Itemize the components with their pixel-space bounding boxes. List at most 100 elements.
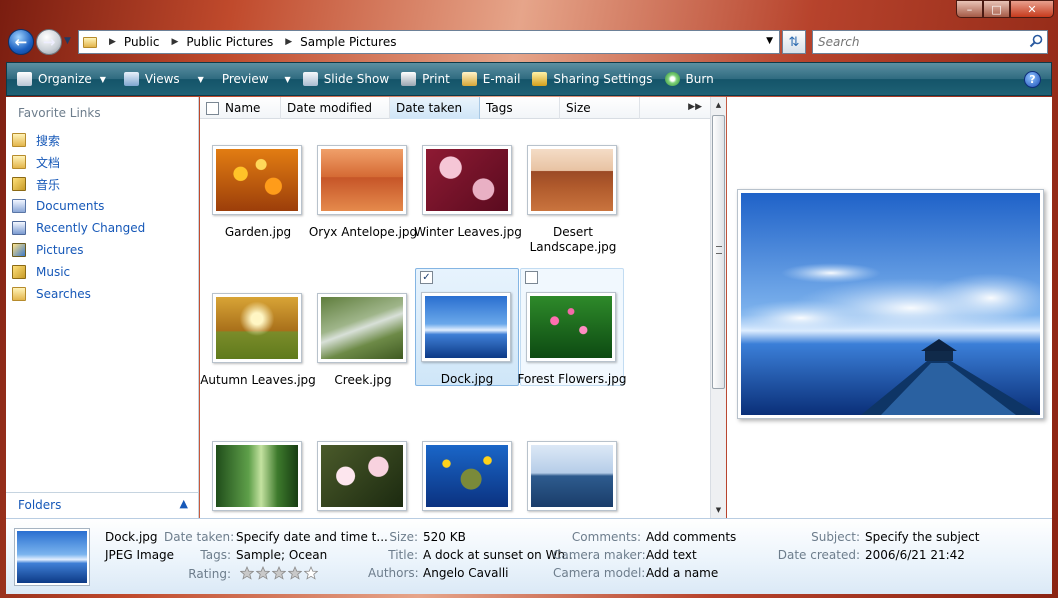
column-name[interactable]: Name — [200, 97, 281, 119]
rating-stars[interactable] — [239, 566, 320, 580]
file-tile-winter-leaves[interactable]: Winter Leaves.jpg — [414, 121, 522, 239]
scroll-up-icon[interactable]: ▲ — [711, 97, 726, 113]
star-icon[interactable] — [287, 566, 302, 580]
preview-button[interactable]: Preview ▼ — [216, 66, 297, 92]
address-dropdown-icon[interactable]: ▼ — [766, 36, 773, 46]
nav-item-searches[interactable]: Searches — [12, 283, 145, 305]
close-button[interactable]: ✕ — [1010, 0, 1054, 18]
more-columns-icon[interactable]: ▶▶ — [688, 102, 702, 112]
prop-rating[interactable]: Rating: — [164, 566, 320, 581]
file-tile-dock[interactable]: ✓ Dock.jpg — [415, 268, 519, 386]
column-size[interactable]: Size — [560, 97, 640, 119]
help-icon[interactable]: ? — [1024, 71, 1041, 88]
print-button[interactable]: Print — [395, 66, 456, 92]
forward-button[interactable]: → — [36, 29, 62, 55]
autumn-leaves-image — [216, 297, 298, 359]
prop-date-taken[interactable]: Date taken: Specify date and time t... — [164, 530, 388, 544]
breadcrumb-public[interactable]: Public — [124, 35, 160, 49]
nav-item-music[interactable]: Music — [12, 261, 145, 283]
prop-camera-maker[interactable]: Camera maker:Add text — [553, 548, 697, 562]
file-tile-desert[interactable]: Desert Landscape.jpg — [521, 121, 625, 254]
preview-label: Preview — [221, 72, 269, 86]
slide-show-label: Slide Show — [323, 72, 390, 86]
frangipani-image — [321, 445, 403, 507]
nav-item-music-cn[interactable]: 音乐 — [12, 173, 145, 195]
organize-button[interactable]: Organize ▼ — [11, 66, 112, 92]
scroll-down-icon[interactable]: ▼ — [711, 502, 726, 518]
column-date-taken[interactable]: Date taken — [390, 97, 480, 119]
file-tile-creek[interactable]: Creek.jpg — [311, 269, 415, 387]
file-checkbox[interactable] — [525, 271, 538, 284]
file-checkbox[interactable]: ✓ — [420, 271, 433, 284]
prop-tags[interactable]: Tags: Sample; Ocean — [164, 548, 327, 562]
breadcrumb-separator[interactable]: ▶ — [285, 37, 292, 47]
nav-item-documents[interactable]: Documents — [12, 195, 145, 217]
explorer-window: – □ ✕ ← → ▼ ▶ Public ▶ Public Pictures ▶… — [0, 0, 1058, 598]
vertical-scrollbar[interactable]: ▲ ▼ — [710, 97, 726, 518]
file-tile-turtle[interactable] — [416, 417, 520, 518]
caption-buttons: – □ ✕ — [956, 0, 1054, 18]
address-bar[interactable]: ▶ Public ▶ Public Pictures ▶ Sample Pict… — [78, 30, 780, 54]
prop-title[interactable]: Title: A dock at sunset on Wh... — [368, 548, 576, 562]
column-date-modified[interactable]: Date modified — [281, 97, 390, 119]
select-all-checkbox[interactable] — [206, 101, 219, 115]
favorite-links-title: Favorite Links — [18, 106, 101, 120]
star-icon[interactable] — [271, 566, 286, 580]
burn-button[interactable]: Burn — [659, 66, 720, 92]
folders-toggle[interactable]: Folders ▲ — [6, 492, 198, 518]
prop-key: Tags: — [200, 548, 231, 562]
breadcrumb-public-pictures[interactable]: Public Pictures — [186, 35, 273, 49]
breadcrumb-separator[interactable]: ▶ — [171, 37, 178, 47]
minimize-button[interactable]: – — [956, 0, 983, 18]
prop-camera-model[interactable]: Camera model:Add a name — [553, 566, 718, 580]
file-tile-forest[interactable] — [206, 417, 310, 518]
prop-comments[interactable]: Comments: Add comments — [553, 530, 736, 544]
prop-value: Specify date and time t... — [236, 530, 388, 544]
desert-image — [531, 149, 613, 211]
views-button[interactable]: Views ▼ — [118, 66, 210, 92]
slide-show-button[interactable]: Slide Show — [297, 66, 395, 92]
file-tile-garden[interactable]: Garden.jpg — [206, 121, 310, 239]
refresh-button[interactable]: ⇅ — [782, 30, 806, 54]
column-tags[interactable]: Tags — [480, 97, 560, 119]
creek-image — [321, 297, 403, 359]
prop-key: Subject: — [811, 530, 860, 544]
file-tile-autumn-leaves[interactable]: Autumn Leaves.jpg — [200, 269, 316, 387]
sharing-icon — [532, 72, 548, 86]
file-tile-oryx[interactable]: Oryx Antelope.jpg — [309, 121, 417, 239]
file-tile-whale[interactable] — [521, 417, 625, 518]
breadcrumb-separator[interactable]: ▶ — [109, 37, 116, 47]
thumbnail — [317, 293, 407, 363]
nav-item-pictures[interactable]: Pictures — [12, 239, 145, 261]
breadcrumb-sample-pictures[interactable]: Sample Pictures — [300, 35, 396, 49]
recent-pages-dropdown[interactable]: ▼ — [64, 36, 71, 46]
nav-item-label: Music — [36, 265, 71, 279]
back-arrow-icon: ← — [14, 33, 28, 51]
prop-subject[interactable]: Subject: Specify the subject — [776, 530, 979, 544]
file-tile-forest-flowers[interactable]: Forest Flowers.jpg — [518, 268, 626, 386]
star-icon[interactable] — [239, 566, 254, 580]
forest-image — [216, 445, 298, 507]
star-icon[interactable] — [255, 566, 270, 580]
sharing-settings-button[interactable]: Sharing Settings — [526, 66, 658, 92]
star-icon[interactable] — [303, 566, 318, 580]
nav-item-search-cn[interactable]: 搜索 — [12, 129, 145, 151]
prop-key: Title: — [388, 548, 418, 562]
prop-authors[interactable]: Authors: Angelo Cavalli — [368, 566, 509, 580]
email-button[interactable]: E-mail — [456, 66, 527, 92]
prop-size[interactable]: Size: 520 KB — [368, 530, 466, 544]
scroll-thumb[interactable] — [712, 115, 725, 389]
back-button[interactable]: ← — [8, 29, 34, 55]
search-input[interactable] — [813, 31, 1013, 53]
music-folder-icon — [12, 265, 26, 279]
prop-date-created[interactable]: Date created: 2006/6/21 21:42 — [776, 548, 965, 562]
winter-leaves-image — [426, 149, 508, 211]
file-tile-frangipani[interactable] — [311, 417, 415, 518]
nav-item-documents-cn[interactable]: 文档 — [12, 151, 145, 173]
nav-item-recently-changed[interactable]: Recently Changed — [12, 217, 145, 239]
thumbnail — [212, 441, 302, 511]
folders-label: Folders — [18, 498, 62, 512]
maximize-button[interactable]: □ — [983, 0, 1010, 18]
nav-item-label: Pictures — [36, 243, 84, 257]
search-icon[interactable] — [1029, 34, 1043, 48]
